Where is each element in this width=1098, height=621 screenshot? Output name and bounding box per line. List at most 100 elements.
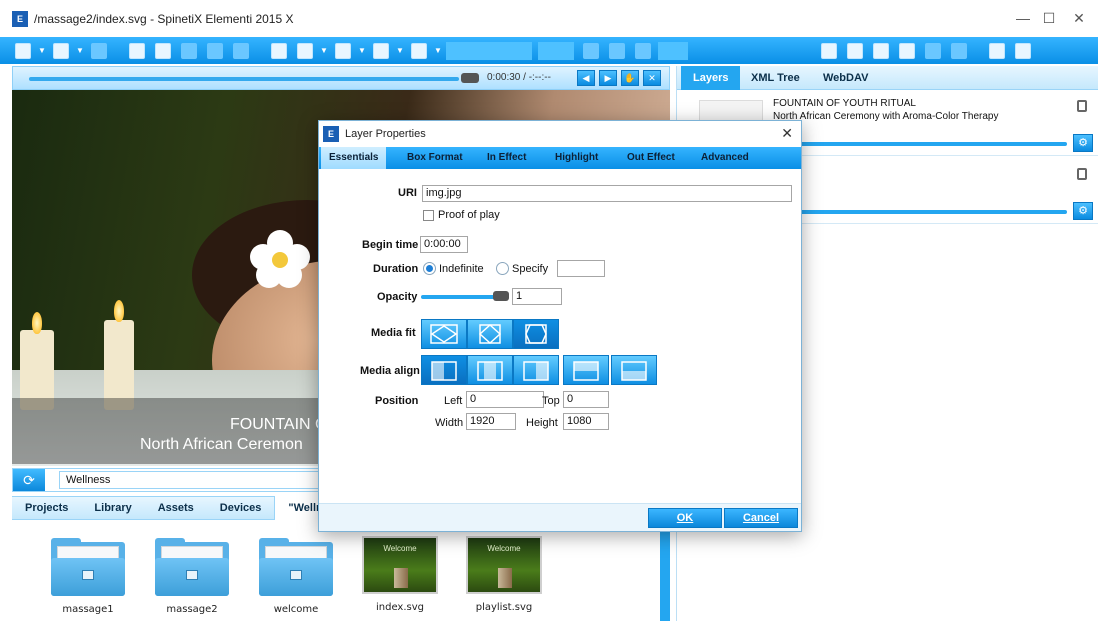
new-document-button[interactable] [50, 41, 72, 61]
refresh-button[interactable]: ⟳ [13, 469, 45, 491]
menu-button[interactable] [12, 41, 34, 61]
media-align-left-button[interactable] [421, 355, 467, 385]
tab-library[interactable]: Library [81, 496, 144, 520]
tab-highlight[interactable]: Highlight [547, 147, 606, 169]
play-button[interactable]: ▶ [599, 70, 617, 86]
tab-devices[interactable]: Devices [207, 496, 275, 520]
proof-of-play-checkbox[interactable] [423, 210, 434, 221]
file-item[interactable]: massage1 [38, 536, 138, 615]
new-dropdown-icon[interactable]: ▼ [76, 41, 84, 61]
media-align-bottom-button[interactable] [611, 355, 657, 385]
tab-xml-tree[interactable]: XML Tree [739, 66, 812, 90]
candle-flame [32, 312, 42, 334]
tab-projects[interactable]: Projects [12, 496, 81, 520]
svg-thumbnail: Welcome [362, 536, 438, 594]
diamond-icon [373, 42, 389, 59]
cancel-button[interactable]: Cancel [724, 508, 798, 528]
seek-handle[interactable] [461, 73, 479, 83]
fill-dropdown-icon[interactable]: ▼ [396, 41, 404, 61]
disabled-tool-button-2[interactable] [948, 41, 970, 61]
undo-button[interactable] [204, 41, 226, 61]
italic-button[interactable] [606, 41, 628, 61]
uri-input[interactable]: img.jpg [422, 185, 792, 202]
document-settings-button[interactable] [1012, 41, 1034, 61]
share-icon [951, 42, 967, 59]
copy-button[interactable] [152, 41, 174, 61]
add-layer-button[interactable] [818, 41, 840, 61]
bold-button[interactable] [580, 41, 602, 61]
redo-icon [233, 42, 249, 59]
ok-button[interactable]: OK [648, 508, 722, 528]
text-align-button[interactable] [632, 41, 654, 61]
stop-button[interactable]: ✕ [643, 70, 661, 86]
list-combo[interactable] [658, 41, 688, 60]
file-item[interactable]: massage2 [142, 536, 242, 615]
duration-indefinite-radio[interactable] [423, 262, 436, 275]
tab-advanced[interactable]: Advanced [693, 147, 757, 169]
shape-stroke-button[interactable] [408, 41, 430, 61]
duration-specify-input[interactable] [557, 260, 605, 277]
layer-settings-button[interactable]: ⚙ [1073, 134, 1093, 152]
duration-specify-radio[interactable] [496, 262, 509, 275]
dialog-tabs: Essentials Box Format In Effect Highligh… [319, 147, 801, 169]
maximize-button[interactable]: ☐ [1034, 8, 1064, 28]
size-combo[interactable] [538, 41, 574, 60]
top-input[interactable]: 0 [563, 391, 609, 408]
media-align-center-button[interactable] [467, 355, 513, 385]
align-button[interactable] [294, 41, 316, 61]
layer-rect-button[interactable] [268, 41, 290, 61]
file-item[interactable]: welcome [246, 536, 346, 615]
save-button[interactable] [88, 41, 110, 61]
distribute-button[interactable] [332, 41, 354, 61]
shape-fill-button[interactable] [370, 41, 392, 61]
lock-icon[interactable] [1077, 100, 1087, 112]
publish-button[interactable] [986, 41, 1008, 61]
tab-box-format[interactable]: Box Format [399, 147, 471, 169]
font-combo[interactable] [446, 41, 532, 60]
opacity-input[interactable]: 1 [512, 288, 562, 305]
media-fit-fill-button[interactable] [513, 319, 559, 349]
lock-icon[interactable] [1077, 168, 1087, 180]
close-window-button[interactable]: ✕ [1064, 8, 1094, 28]
add-text-button[interactable] [844, 41, 866, 61]
file-browser-scrollbar[interactable] [660, 522, 670, 621]
file-item[interactable]: Welcome playlist.svg [454, 536, 554, 613]
tab-assets[interactable]: Assets [145, 496, 207, 520]
distribute-dropdown-icon[interactable]: ▼ [358, 41, 366, 61]
height-input[interactable]: 1080 [563, 413, 609, 430]
tab-layers[interactable]: Layers [681, 66, 741, 90]
add-media-button[interactable] [870, 41, 892, 61]
media-fit-slice-button[interactable] [467, 319, 513, 349]
add-item-button[interactable] [896, 41, 918, 61]
tab-webdav[interactable]: WebDAV [811, 66, 880, 90]
media-align-right-button[interactable] [513, 355, 559, 385]
left-input[interactable]: 0 [466, 391, 544, 408]
cut-button[interactable] [126, 41, 148, 61]
media-align-top-button[interactable] [563, 355, 609, 385]
tab-essentials[interactable]: Essentials [321, 147, 387, 169]
pan-hand-button[interactable]: ✋ [621, 70, 639, 86]
seek-track[interactable] [29, 77, 459, 81]
media-fit-meet-button[interactable] [421, 319, 467, 349]
paste-button[interactable] [178, 41, 200, 61]
folder-icon [155, 536, 229, 596]
rewind-button[interactable]: ◀ [577, 70, 595, 86]
stroke-dropdown-icon[interactable]: ▼ [434, 41, 442, 61]
begin-time-input[interactable]: 0:00:00 [420, 236, 468, 253]
tab-in-effect[interactable]: In Effect [479, 147, 534, 169]
redo-button[interactable] [230, 41, 252, 61]
layer-properties-dialog: E Layer Properties ✕ Essentials Box Form… [318, 120, 802, 532]
folder-icon [259, 536, 333, 596]
undo-icon [207, 42, 223, 59]
cut-icon [129, 42, 145, 59]
opacity-slider-handle[interactable] [493, 291, 509, 301]
layer-title: FOUNTAIN OF YOUTH RITUAL [773, 98, 916, 109]
dialog-close-button[interactable]: ✕ [781, 125, 793, 142]
align-dropdown-icon[interactable]: ▼ [320, 41, 328, 61]
menu-dropdown-icon[interactable]: ▼ [38, 41, 46, 61]
layer-settings-button[interactable]: ⚙ [1073, 202, 1093, 220]
file-item[interactable]: Welcome index.svg [350, 536, 450, 613]
width-input[interactable]: 1920 [466, 413, 516, 430]
tab-out-effect[interactable]: Out Effect [619, 147, 683, 169]
disabled-tool-button[interactable] [922, 41, 944, 61]
